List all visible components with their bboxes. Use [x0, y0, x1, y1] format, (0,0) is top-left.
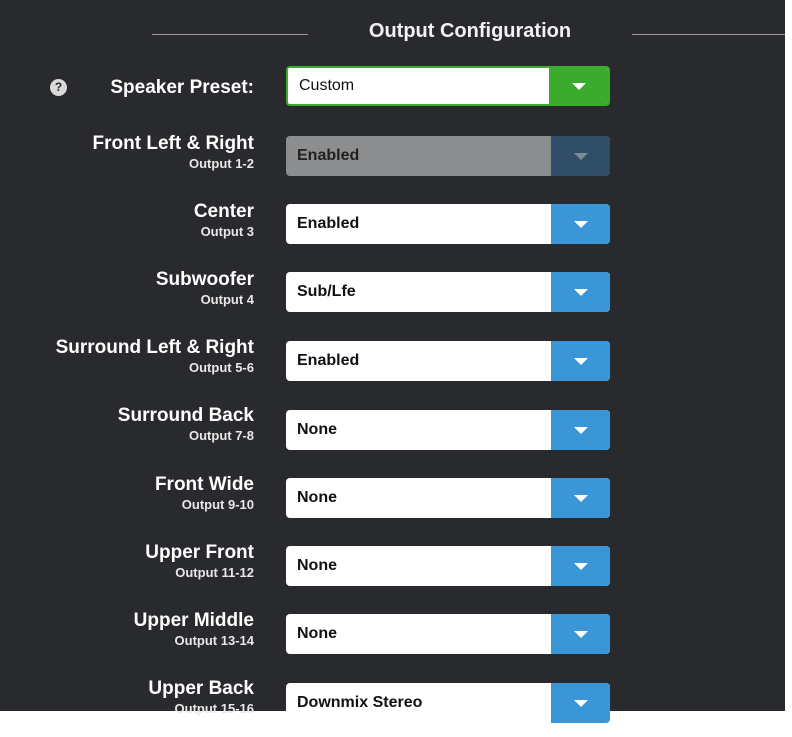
- output-dropdown-button[interactable]: [551, 478, 610, 518]
- output-channel: Output 13-14: [174, 633, 254, 648]
- output-channel: Output 7-8: [189, 428, 254, 443]
- speaker-preset-select[interactable]: Custom: [286, 66, 610, 106]
- output-select-value: None: [297, 557, 337, 574]
- output-select-value: Enabled: [297, 147, 360, 164]
- output-label: Front Wide Output 9-10: [155, 474, 254, 513]
- output-name: Upper Middle: [133, 610, 254, 631]
- output-dropdown-button[interactable]: [551, 341, 610, 381]
- output-configuration-panel: Output Configuration ? Speaker Preset: C…: [0, 0, 785, 723]
- output-select-surround-back[interactable]: None: [286, 410, 610, 450]
- help-icon[interactable]: ?: [50, 79, 67, 96]
- speaker-preset-label-block: Speaker Preset:: [110, 66, 254, 110]
- output-channel: Output 3: [200, 224, 254, 239]
- output-channel: Output 5-6: [189, 360, 254, 375]
- speaker-preset-dropdown-button[interactable]: [549, 68, 608, 104]
- section-header: Output Configuration: [0, 14, 785, 54]
- output-name: Upper Front: [145, 542, 254, 563]
- output-row-upper-middle: Upper Middle Output 13-14 None: [0, 610, 785, 654]
- output-row-surround-back: Surround Back Output 7-8 None: [0, 405, 785, 450]
- output-select-surround-left-right[interactable]: Enabled: [286, 341, 610, 381]
- output-dropdown-button[interactable]: [551, 272, 610, 312]
- output-label: Upper Front Output 11-12: [145, 542, 254, 581]
- output-label: Center Output 3: [194, 201, 254, 240]
- chevron-down-icon: [572, 83, 586, 90]
- chevron-down-icon: [574, 153, 588, 160]
- header-divider-right: [632, 34, 785, 35]
- output-select-upper-middle[interactable]: None: [286, 614, 610, 654]
- chevron-down-icon: [574, 289, 588, 296]
- chevron-down-icon: [574, 427, 588, 434]
- output-label: Front Left & Right Output 1-2: [93, 133, 254, 172]
- output-label: Surround Back Output 7-8: [118, 405, 254, 444]
- output-channel: Output 4: [200, 292, 254, 307]
- output-select-subwoofer[interactable]: Sub/Lfe: [286, 272, 610, 312]
- output-select-front-left-right: Enabled: [286, 136, 610, 176]
- output-label: Subwoofer Output 4: [156, 269, 254, 308]
- chevron-down-icon: [574, 358, 588, 365]
- chevron-down-icon: [574, 221, 588, 228]
- header-divider-left: [152, 34, 308, 35]
- output-select-upper-back[interactable]: Downmix Stereo: [286, 683, 610, 723]
- output-dropdown-button[interactable]: [551, 546, 610, 586]
- output-name: Surround Back: [117, 405, 254, 426]
- output-dropdown-button[interactable]: [551, 614, 610, 654]
- output-label: Upper Back Output 15-16: [148, 678, 254, 717]
- output-select-center[interactable]: Enabled: [286, 204, 610, 244]
- output-name: Center: [193, 201, 254, 222]
- output-name: Front Left & Right: [92, 133, 254, 154]
- output-select-value: None: [297, 489, 337, 506]
- output-select-upper-front[interactable]: None: [286, 546, 610, 586]
- output-select-value: None: [297, 625, 337, 642]
- chevron-down-icon: [574, 495, 588, 502]
- output-row-upper-back: Upper Back Output 15-16 Downmix Stereo: [0, 678, 785, 723]
- output-row-upper-front: Upper Front Output 11-12 None: [0, 542, 785, 586]
- chevron-down-icon: [574, 631, 588, 638]
- output-name: Upper Back: [148, 678, 254, 699]
- output-row-front-left-right: Front Left & Right Output 1-2 Enabled: [0, 133, 785, 177]
- output-select-value: None: [297, 421, 337, 438]
- output-dropdown-button[interactable]: [551, 410, 610, 450]
- speaker-preset-label: Speaker Preset:: [110, 77, 254, 98]
- output-name: Subwoofer: [155, 269, 254, 290]
- output-select-value: Downmix Stereo: [297, 694, 423, 711]
- output-channel: Output 15-16: [174, 701, 254, 716]
- output-dropdown-button: [551, 136, 610, 176]
- output-dropdown-button[interactable]: [551, 204, 610, 244]
- output-channel: Output 11-12: [175, 565, 254, 580]
- output-label: Surround Left & Right Output 5-6: [56, 337, 254, 376]
- chevron-down-icon: [574, 700, 588, 707]
- output-select-value: Enabled: [297, 352, 360, 369]
- speaker-preset-row: ? Speaker Preset: Custom: [0, 66, 785, 110]
- output-select-value: Enabled: [297, 215, 360, 232]
- output-label: Upper Middle Output 13-14: [134, 610, 254, 649]
- output-select-front-wide[interactable]: None: [286, 478, 610, 518]
- output-dropdown-button[interactable]: [551, 683, 610, 723]
- output-row-surround-left-right: Surround Left & Right Output 5-6 Enabled: [0, 337, 785, 381]
- output-select-value: Sub/Lfe: [297, 283, 356, 300]
- output-row-subwoofer: Subwoofer Output 4 Sub/Lfe: [0, 269, 785, 313]
- chevron-down-icon: [574, 563, 588, 570]
- output-channel: Output 9-10: [181, 497, 254, 512]
- output-row-center: Center Output 3 Enabled: [0, 201, 785, 245]
- output-name: Front Wide: [154, 474, 254, 495]
- section-title: Output Configuration: [368, 20, 572, 42]
- output-channel: Output 1-2: [189, 156, 254, 171]
- speaker-preset-value: Custom: [299, 77, 355, 94]
- output-name: Surround Left & Right: [55, 337, 254, 358]
- output-row-front-wide: Front Wide Output 9-10 None: [0, 474, 785, 518]
